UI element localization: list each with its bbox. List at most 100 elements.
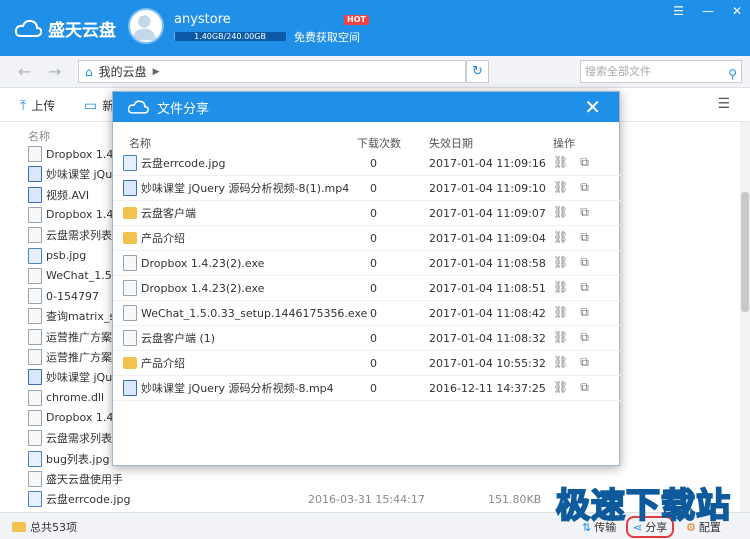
list-item[interactable]: 妙味课堂 jQuer xyxy=(28,367,123,387)
share-link-icon[interactable]: ⛓ xyxy=(553,305,568,320)
row-downloads: 0 xyxy=(370,282,377,295)
hot-badge: HOT xyxy=(344,15,369,25)
list-item[interactable]: 0-154797 xyxy=(28,286,99,306)
scroll-thumb[interactable] xyxy=(741,192,749,312)
breadcrumb[interactable]: 我的云盘 xyxy=(99,63,147,80)
avatar[interactable] xyxy=(128,8,164,44)
list-item[interactable]: Dropbox 1.4.2 xyxy=(28,205,124,225)
row-name-cell: 妙味课堂 jQuery 源码分析视频-8.mp4 xyxy=(123,380,334,396)
column-header-name[interactable]: 名称 xyxy=(129,135,151,151)
refresh-icon: ↻ xyxy=(472,64,483,79)
column-header-downloads[interactable]: 下载次数 xyxy=(357,135,401,151)
list-item[interactable]: chrome.dll xyxy=(28,388,104,408)
copy-icon[interactable]: ⧉ xyxy=(580,305,589,320)
copy-icon[interactable]: ⧉ xyxy=(580,230,589,245)
list-item-name: 运营推广方案.d xyxy=(46,351,123,364)
breadcrumb-arrow-icon[interactable]: ▶ xyxy=(153,67,160,77)
share-link-icon[interactable]: ⛓ xyxy=(553,280,568,295)
column-header-name[interactable]: 名称 xyxy=(28,128,50,144)
file-icon xyxy=(28,430,42,447)
upload-button[interactable]: ⤒ 上传 xyxy=(20,97,55,114)
list-item-size: 151.80KB xyxy=(488,493,542,507)
table-row[interactable]: WeChat_1.5.0.33_setup.1446175356.exe 0 201… xyxy=(113,301,621,326)
forward-arrow-icon[interactable]: → xyxy=(48,62,61,81)
share-link-icon[interactable]: ⛓ xyxy=(553,355,568,370)
copy-icon[interactable]: ⧉ xyxy=(580,180,589,195)
share-link-icon[interactable]: ⛓ xyxy=(553,255,568,270)
search-input[interactable]: 搜索全部文件 ⚲ xyxy=(580,60,742,83)
cloud-logo-icon xyxy=(14,19,42,37)
search-placeholder: 搜索全部文件 xyxy=(585,65,651,78)
list-item[interactable]: 妙味课堂 jQuer xyxy=(28,164,123,184)
copy-icon[interactable]: ⧉ xyxy=(580,355,589,370)
minimize-icon[interactable]: — xyxy=(702,4,714,18)
list-item[interactable]: 云盘需求列表.xl xyxy=(28,428,125,448)
menu-icon[interactable]: ☰ xyxy=(673,4,684,18)
table-row[interactable]: 云盘errcode.jpg 0 2017-01-04 11:09:16 ⛓ ⧉ xyxy=(113,151,621,176)
file-icon xyxy=(123,255,137,271)
app-logo: 盛天云盘 xyxy=(14,16,116,41)
table-row[interactable]: 妙味课堂 jQuery 源码分析视频-8(1).mp4 0 2017-01-04 1… xyxy=(113,176,621,201)
video-icon xyxy=(28,166,42,183)
table-row[interactable]: 产品介绍 0 2017-01-04 11:09:04 ⛓ ⧉ xyxy=(113,226,621,251)
list-item[interactable]: Dropbox 1.4.2 xyxy=(28,408,124,428)
list-item[interactable]: Dropbox 1.4.2 xyxy=(28,144,124,164)
upload-icon: ⤒ xyxy=(20,97,27,114)
table-row[interactable]: 云盘客户端 0 2017-01-04 11:09:07 ⛓ ⧉ xyxy=(113,201,621,226)
copy-icon[interactable]: ⧉ xyxy=(580,380,589,395)
row-actions: ⛓ ⧉ xyxy=(553,355,589,370)
new-folder-button[interactable]: ▭ 新 xyxy=(84,97,114,114)
list-item[interactable]: 视频.AVI xyxy=(28,185,89,205)
table-row[interactable]: Dropbox 1.4.23(2).exe 0 2017-01-04 11:08:5… xyxy=(113,251,621,276)
list-item[interactable]: 云盘需求列表(1 xyxy=(28,225,123,245)
copy-icon[interactable]: ⧉ xyxy=(580,155,589,170)
share-link-icon[interactable]: ⛓ xyxy=(553,155,568,170)
list-item[interactable]: 运营推广方案.d xyxy=(28,327,122,347)
row-downloads: 0 xyxy=(370,182,377,195)
row-expire: 2017-01-04 11:08:58 xyxy=(429,257,546,270)
img-icon xyxy=(28,247,42,264)
list-item[interactable]: 盛天云盘使用手 xyxy=(28,469,123,489)
copy-icon[interactable]: ⧉ xyxy=(580,280,589,295)
share-link-icon[interactable]: ⛓ xyxy=(553,205,568,220)
list-item[interactable]: bug列表.jpg xyxy=(28,449,109,469)
close-icon[interactable]: ✕ xyxy=(732,4,742,18)
free-space-link[interactable]: 免费获取空间 xyxy=(294,29,360,45)
table-row[interactable]: 妙味课堂 jQuery 源码分析视频-8.mp4 0 2016-12-11 14:3… xyxy=(113,376,621,401)
share-link-icon[interactable]: ⛓ xyxy=(553,230,568,245)
copy-icon[interactable]: ⧉ xyxy=(580,255,589,270)
list-item[interactable]: 运营推广方案.d xyxy=(28,347,122,367)
file-icon xyxy=(28,308,42,325)
list-view-icon[interactable]: ☰ xyxy=(717,96,730,112)
address-bar[interactable]: ⌂ 我的云盘 ▶ xyxy=(78,60,466,83)
row-downloads: 0 xyxy=(370,307,377,320)
row-name-cell: Dropbox 1.4.23(2).exe xyxy=(123,255,264,271)
back-arrow-icon[interactable]: ← xyxy=(18,62,31,81)
file-icon xyxy=(28,389,42,406)
copy-icon[interactable]: ⧉ xyxy=(580,330,589,345)
row-actions: ⛓ ⧉ xyxy=(553,305,589,320)
share-link-icon[interactable]: ⛓ xyxy=(553,180,568,195)
list-item[interactable]: psb.jpg xyxy=(28,246,86,266)
home-icon[interactable]: ⌂ xyxy=(85,65,93,79)
search-icon[interactable]: ⚲ xyxy=(728,64,737,85)
row-actions: ⛓ ⧉ xyxy=(553,380,589,395)
dialog-title: 文件分享 xyxy=(157,101,210,117)
table-row[interactable]: 云盘客户端 (1) 0 2017-01-04 11:08:32 ⛓ ⧉ xyxy=(113,326,621,351)
dialog-header: 文件分享 ✕ xyxy=(113,92,619,122)
row-actions: ⛓ ⧉ xyxy=(553,280,589,295)
row-expire: 2017-01-04 11:09:04 xyxy=(429,232,546,245)
total-count: 总共53项 xyxy=(12,519,77,535)
scrollbar[interactable] xyxy=(740,122,750,512)
file-icon xyxy=(123,330,137,346)
share-link-icon[interactable]: ⛓ xyxy=(553,380,568,395)
share-link-icon[interactable]: ⛓ xyxy=(553,330,568,345)
refresh-button[interactable]: ↻ xyxy=(466,60,489,83)
table-row[interactable]: 产品介绍 0 2017-01-04 10:55:32 ⛓ ⧉ xyxy=(113,351,621,376)
share-dialog: 文件分享 ✕ 名称 下载次数 失效日期 操作 云盘errcode.jpg 0 201… xyxy=(112,91,621,466)
table-row[interactable]: Dropbox 1.4.23(2).exe 0 2017-01-04 11:08:5… xyxy=(113,276,621,301)
column-header-expire[interactable]: 失效日期 xyxy=(429,135,473,151)
copy-icon[interactable]: ⧉ xyxy=(580,205,589,220)
close-icon[interactable]: ✕ xyxy=(584,95,601,119)
list-item[interactable]: 云盘errcode.jpg xyxy=(28,489,130,509)
